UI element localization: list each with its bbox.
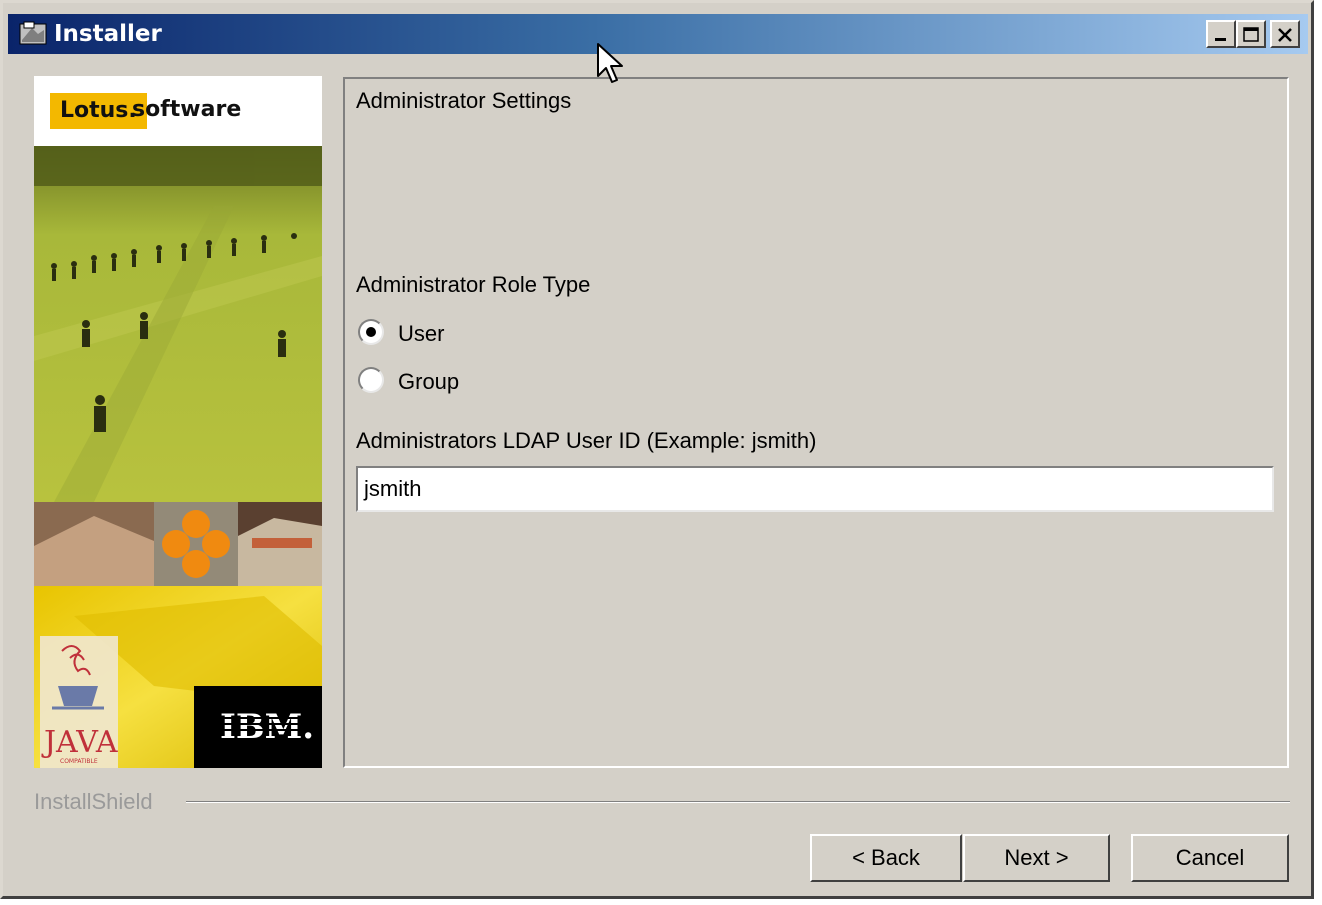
next-button[interactable]: Next > (963, 834, 1110, 882)
cancel-button[interactable]: Cancel (1131, 834, 1289, 882)
ibm-logo: IBM. (220, 707, 314, 747)
footer-divider (186, 801, 1290, 803)
mouse-pointer-icon (597, 43, 623, 83)
role-user-label[interactable]: User (398, 321, 444, 347)
role-user-radio[interactable] (358, 319, 384, 345)
maximize-icon (1243, 27, 1259, 42)
close-icon (1278, 28, 1292, 42)
sidebar-artwork: JAVA COMPATIBLE IBM. (34, 146, 322, 768)
branding-sidebar: Lotus. software JAVA COMPATIBLE IBM. (34, 76, 322, 768)
role-group-label[interactable]: Group (398, 369, 459, 395)
software-label: software (132, 97, 242, 122)
java-text: JAVA (41, 725, 118, 760)
panel-title: Administrator Settings (356, 88, 572, 113)
role-type-label: Administrator Role Type (356, 272, 591, 297)
installer-app-icon (18, 20, 50, 48)
ldap-user-id-input[interactable]: jsmith (356, 466, 1274, 512)
minimize-button[interactable] (1206, 20, 1236, 48)
role-group-radio[interactable] (358, 367, 384, 393)
java-compatible-text: COMPATIBLE (60, 758, 98, 765)
window-title: Installer (54, 21, 162, 47)
back-button[interactable]: < Back (810, 834, 962, 882)
radio-selected-dot (366, 327, 376, 337)
close-button[interactable] (1270, 20, 1300, 48)
ldap-user-id-label: Administrators LDAP User ID (Example: js… (356, 428, 817, 453)
settings-panel (343, 77, 1289, 768)
minimize-icon (1215, 38, 1226, 41)
lotus-logo-band: Lotus. software (34, 76, 322, 146)
title-bar[interactable]: Installer (8, 14, 1308, 54)
maximize-button[interactable] (1236, 20, 1266, 48)
installshield-label: InstallShield (34, 789, 153, 814)
